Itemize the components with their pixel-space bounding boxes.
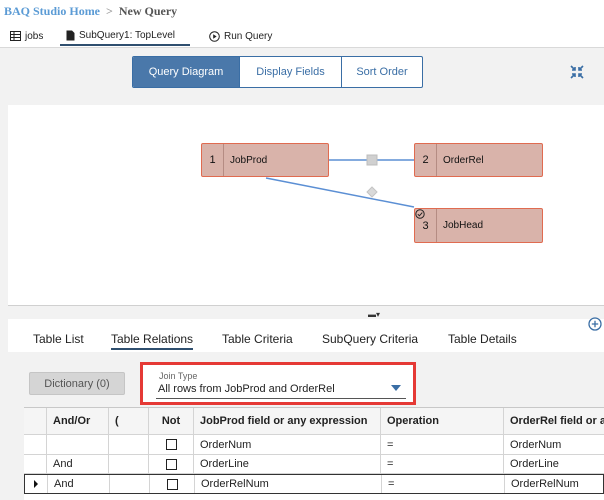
- left-gutter: [0, 105, 8, 500]
- tab-subquery-label: SubQuery1: TopLevel: [79, 29, 175, 41]
- table-node-jobhead[interactable]: 3 JobHead: [414, 208, 543, 243]
- column-header-and-or[interactable]: And/Or: [47, 408, 109, 434]
- view-switcher: Query Diagram Display Fields Sort Order: [132, 56, 423, 88]
- cell-left-field[interactable]: OrderNum: [194, 435, 381, 454]
- join-type-select[interactable]: Join Type All rows from JobProd and Orde…: [140, 362, 416, 405]
- breadcrumb-separator: >: [106, 3, 113, 18]
- grid-header-row: And/Or ( Not JobProd field or any expres…: [24, 408, 604, 435]
- cell-open-paren[interactable]: [109, 455, 149, 473]
- breadcrumb: BAQ Studio Home > New Query: [4, 2, 177, 20]
- cell-and-or[interactable]: And: [48, 475, 110, 493]
- table-node-name: JobHead: [443, 220, 484, 231]
- row-selector-header: [24, 408, 47, 434]
- splitter-handle-icon[interactable]: ▬▾: [368, 310, 380, 319]
- cell-left-field[interactable]: OrderLine: [194, 455, 381, 473]
- tab-table-list[interactable]: Table List: [33, 332, 84, 350]
- tab-table-relations[interactable]: Table Relations: [111, 332, 194, 350]
- cell-right-field[interactable]: OrderRelNum: [505, 475, 604, 493]
- table-node-name: OrderRel: [443, 154, 484, 166]
- not-checkbox[interactable]: [166, 478, 178, 490]
- cell-operation[interactable]: =: [381, 455, 504, 473]
- cell-not: [149, 455, 194, 473]
- not-checkbox[interactable]: [165, 458, 177, 470]
- tab-table-details[interactable]: Table Details: [448, 332, 517, 350]
- cell-right-field[interactable]: OrderNum: [504, 435, 604, 454]
- table-row[interactable]: OrderNum = OrderNum: [24, 435, 604, 455]
- tab-run-query[interactable]: Run Query: [203, 26, 278, 46]
- query-diagram-canvas[interactable]: 1 JobProd 2 OrderRel 3 JobHead: [8, 105, 604, 305]
- query-tabs: jobs SubQuery1: TopLevel Run Query: [0, 26, 604, 48]
- join-type-label: Join Type: [159, 371, 198, 381]
- tab-run-query-label: Run Query: [224, 30, 273, 42]
- cell-and-or[interactable]: [47, 435, 109, 454]
- table-icon: [10, 31, 21, 41]
- tab-jobs-label: jobs: [25, 30, 44, 42]
- tab-subquery[interactable]: SubQuery1: TopLevel: [60, 26, 190, 46]
- column-header-left-field[interactable]: JobProd field or any expression: [194, 408, 381, 434]
- dropdown-caret-icon[interactable]: [391, 385, 401, 391]
- relations-grid: And/Or ( Not JobProd field or any expres…: [24, 407, 604, 500]
- check-circle-icon: [415, 209, 425, 219]
- table-row[interactable]: And OrderLine = OrderLine: [24, 455, 604, 474]
- table-node-jobprod[interactable]: 1 JobProd: [201, 143, 329, 177]
- join-handle-square[interactable]: [366, 154, 378, 166]
- column-header-operation[interactable]: Operation: [381, 408, 504, 434]
- display-fields-button[interactable]: Display Fields: [239, 57, 341, 87]
- cell-not: [150, 475, 195, 493]
- tab-table-criteria[interactable]: Table Criteria: [222, 332, 293, 350]
- column-header-not[interactable]: Not: [149, 408, 194, 434]
- cell-and-or[interactable]: And: [47, 455, 109, 473]
- query-diagram-button[interactable]: Query Diagram: [133, 57, 239, 87]
- table-node-number: 2: [415, 144, 437, 176]
- tab-subquery-criteria[interactable]: SubQuery Criteria: [322, 332, 418, 350]
- table-node-number: 3: [422, 219, 429, 232]
- tab-jobs[interactable]: jobs: [4, 26, 49, 46]
- row-selector[interactable]: [24, 435, 47, 454]
- cell-operation[interactable]: =: [382, 475, 505, 493]
- relations-panel-tabs: Table List Table Relations Table Criteri…: [24, 332, 604, 350]
- breadcrumb-home-link[interactable]: BAQ Studio Home: [4, 4, 100, 19]
- row-selector[interactable]: [24, 455, 47, 473]
- panel-splitter[interactable]: ▬▾: [8, 305, 604, 319]
- document-icon: [66, 30, 75, 41]
- not-checkbox[interactable]: [165, 439, 177, 450]
- table-node-number: 1: [202, 144, 224, 176]
- table-node-number-cell: 3: [415, 209, 437, 242]
- join-type-underline: [156, 398, 406, 399]
- cell-not: [149, 435, 194, 454]
- play-circle-icon: [209, 30, 220, 42]
- cell-open-paren[interactable]: [110, 475, 150, 493]
- current-row-pointer-icon: [34, 480, 38, 488]
- table-node-name: JobProd: [230, 154, 268, 166]
- table-row-current[interactable]: And OrderRelNum = OrderRelNum: [24, 474, 604, 494]
- cell-open-paren[interactable]: [109, 435, 149, 454]
- join-type-value: All rows from JobProd and OrderRel: [158, 383, 335, 395]
- collapse-arrows-icon[interactable]: [569, 64, 585, 80]
- join-links: [265, 154, 415, 208]
- add-circle-icon[interactable]: [588, 317, 602, 331]
- cell-operation[interactable]: =: [381, 435, 504, 454]
- column-header-right-field[interactable]: OrderRel field or an: [504, 408, 604, 434]
- join-handle-diamond[interactable]: [366, 186, 378, 198]
- cell-right-field[interactable]: OrderLine: [504, 455, 604, 473]
- sort-order-button[interactable]: Sort Order: [341, 57, 422, 87]
- join-line-jobprod-jobhead: [265, 177, 415, 208]
- row-selector[interactable]: [25, 475, 48, 493]
- dictionary-button[interactable]: Dictionary (0): [29, 372, 125, 395]
- table-node-orderrel[interactable]: 2 OrderRel: [414, 143, 543, 177]
- cell-left-field[interactable]: OrderRelNum: [195, 475, 382, 493]
- breadcrumb-current: New Query: [118, 3, 178, 18]
- column-header-open-paren[interactable]: (: [109, 408, 149, 434]
